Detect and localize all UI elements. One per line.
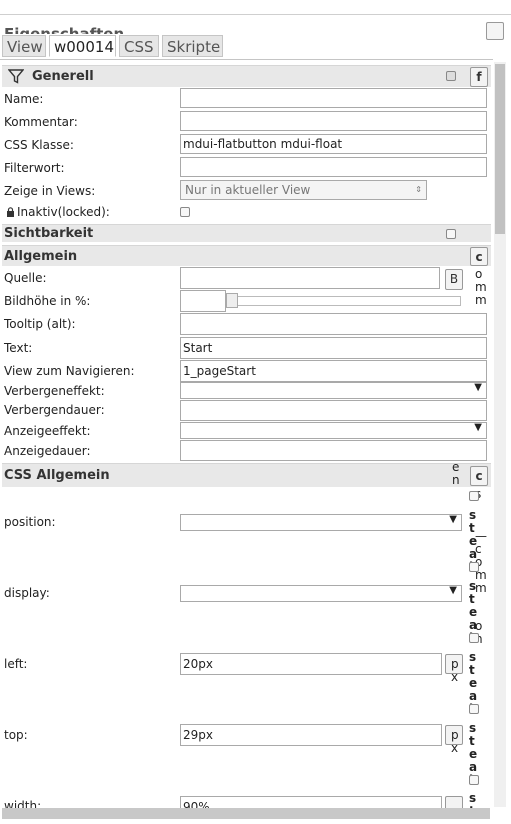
tooltip-input[interactable]: [180, 313, 487, 335]
dropdown-arrow-icon: ▼: [449, 585, 457, 596]
width-checkbox[interactable]: [469, 775, 479, 785]
inaktiv-checkbox[interactable]: [180, 207, 190, 217]
text-label: Text:: [4, 341, 33, 355]
tooltip-label: Tooltip (alt):: [4, 317, 76, 331]
display-checkbox[interactable]: [469, 562, 479, 572]
quelle-input[interactable]: [180, 267, 440, 289]
top-checkbox[interactable]: [469, 704, 479, 714]
zeige-in-views-value: Nur in aktueller View: [185, 183, 311, 197]
bildhoehe-slider-handle[interactable]: [226, 293, 238, 308]
generell-f-button[interactable]: f: [470, 67, 488, 87]
kommentar-input[interactable]: [180, 111, 487, 131]
css-side-text-en: en: [452, 460, 460, 487]
window-top-edge: [0, 0, 511, 15]
name-label: Name:: [4, 92, 44, 106]
panel-title: Eigenschaften: [4, 25, 125, 34]
dropdown-arrow-icon: ▼: [474, 422, 482, 433]
view-navigieren-label: View zum Navigieren:: [4, 364, 135, 378]
section-allgemein-header[interactable]: Allgemein c: [2, 245, 491, 266]
dropdown-arrow-icon: ▼: [474, 382, 482, 393]
zeige-in-views-label: Zeige in Views:: [4, 184, 96, 198]
width-label: width:: [4, 799, 42, 808]
text-input[interactable]: Start: [180, 337, 487, 359]
left-label: left:: [4, 657, 28, 671]
tab-divider: [0, 59, 493, 60]
anzeigedauer-input[interactable]: [180, 440, 487, 461]
inaktiv-label: Inaktiv(locked):: [17, 205, 110, 219]
left-checkbox[interactable]: [469, 633, 479, 643]
width-unit-button[interactable]: [445, 796, 463, 808]
panel-toggle-button[interactable]: [486, 22, 504, 40]
tab-view[interactable]: View: [2, 35, 46, 57]
display-label: display:: [4, 586, 50, 600]
chevron-updown-icon: ⇕: [415, 185, 422, 194]
css-allgemein-c-button[interactable]: c: [470, 466, 488, 486]
anzeigedauer-label: Anzeigedauer:: [4, 444, 91, 458]
verbergendauer-input[interactable]: [180, 400, 487, 421]
section-generell-title: Generell: [32, 69, 94, 84]
anzeigeeffekt-select[interactable]: ▼: [180, 422, 487, 439]
bildhoehe-input[interactable]: [180, 290, 226, 312]
view-navigieren-input[interactable]: 1_pageStart: [180, 360, 487, 382]
quelle-browse-button[interactable]: B: [445, 269, 463, 290]
tab-skripte[interactable]: Skripte: [162, 35, 223, 57]
horizontal-scrollbar[interactable]: [2, 808, 490, 819]
bildhoehe-slider[interactable]: [226, 296, 461, 306]
dropdown-arrow-icon: ▼: [449, 514, 457, 525]
kommentar-label: Kommentar:: [4, 115, 78, 129]
anzeigeeffekt-label: Anzeigeeffekt:: [4, 424, 91, 438]
width-input[interactable]: 90%: [180, 796, 442, 808]
tab-w00014[interactable]: w00014: [49, 35, 116, 57]
section-css-allgemein-header[interactable]: CSS Allgemein c: [2, 463, 491, 487]
allgemein-c-button[interactable]: c: [470, 247, 488, 266]
top-input[interactable]: 29px: [180, 724, 442, 746]
quelle-label: Quelle:: [4, 271, 47, 285]
zeige-in-views-select[interactable]: Nur in aktueller View ⇕: [180, 180, 427, 200]
bildhoehe-label: Bildhöhe in %:: [4, 294, 91, 308]
generell-checkbox[interactable]: [446, 71, 456, 81]
vertical-scrollbar[interactable]: [494, 62, 506, 807]
verbergendauer-label: Verbergendauer:: [4, 403, 105, 417]
position-select[interactable]: ▼: [180, 514, 462, 531]
section-allgemein-title: Allgemein: [4, 249, 78, 264]
width-row-clip: width: 90% steal: [0, 795, 494, 808]
top-label: top:: [4, 728, 28, 742]
position-label: position:: [4, 515, 56, 529]
display-select[interactable]: ▼: [180, 585, 462, 602]
verbergeneffekt-label: Verbergeneffekt:: [4, 384, 105, 398]
section-css-allgemein-title: CSS Allgemein: [4, 468, 110, 483]
verbergeneffekt-select[interactable]: ▼: [180, 382, 487, 399]
scrollbar-thumb[interactable]: [495, 64, 505, 234]
width-steal-text: steal: [469, 795, 477, 808]
left-unit-text: px: [451, 657, 459, 684]
top-unit-text: px: [451, 728, 459, 755]
lock-icon: [7, 207, 14, 217]
section-generell-header[interactable]: Generell f: [2, 65, 491, 87]
css-klasse-input[interactable]: mdui-flatbutton mdui-float: [180, 134, 487, 154]
allgemein-side-text: omm: [475, 267, 487, 307]
filterwort-input[interactable]: [180, 157, 487, 177]
tab-css[interactable]: CSS: [119, 35, 159, 57]
css-klasse-label: CSS Klasse:: [4, 138, 74, 152]
filter-icon: [8, 69, 24, 84]
filterwort-label: Filterwort:: [4, 161, 65, 175]
left-input[interactable]: 20px: [180, 653, 442, 675]
section-sichtbarkeit-header[interactable]: Sichtbarkeit: [2, 224, 491, 242]
position-checkbox[interactable]: [469, 491, 479, 501]
name-input[interactable]: [180, 88, 487, 108]
sichtbarkeit-checkbox[interactable]: [446, 229, 456, 239]
section-sichtbarkeit-title: Sichtbarkeit: [4, 226, 94, 241]
